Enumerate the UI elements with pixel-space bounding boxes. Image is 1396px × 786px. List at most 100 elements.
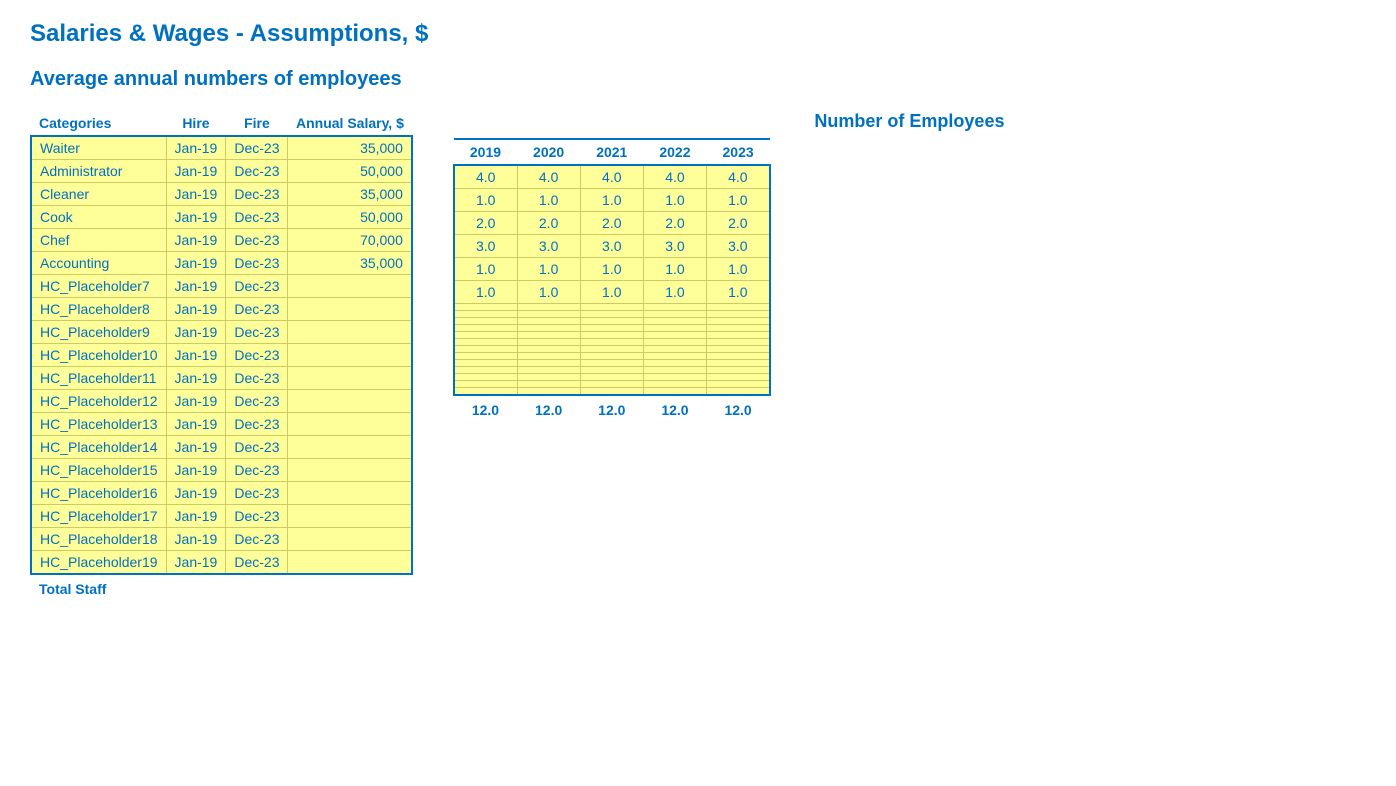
employee-count-cell[interactable]: 3.0 [707, 235, 770, 258]
category-cell[interactable]: HC_Placeholder14 [31, 436, 166, 459]
salary-cell[interactable] [288, 390, 412, 413]
employee-count-cell[interactable]: 2.0 [643, 212, 706, 235]
category-cell[interactable]: Cleaner [31, 183, 166, 206]
salary-cell[interactable]: 50,000 [288, 160, 412, 183]
empty-cell[interactable] [707, 353, 770, 360]
employee-count-cell[interactable]: 1.0 [580, 258, 643, 281]
empty-cell[interactable] [454, 318, 517, 325]
employee-count-cell[interactable]: 1.0 [454, 281, 517, 304]
salary-cell[interactable] [288, 321, 412, 344]
empty-cell[interactable] [707, 388, 770, 396]
empty-cell[interactable] [580, 346, 643, 353]
hire-cell[interactable]: Jan-19 [166, 482, 226, 505]
category-cell[interactable]: HC_Placeholder15 [31, 459, 166, 482]
category-cell[interactable]: HC_Placeholder7 [31, 275, 166, 298]
fire-cell[interactable]: Dec-23 [226, 252, 288, 275]
employee-count-cell[interactable]: 1.0 [707, 281, 770, 304]
employee-count-cell[interactable]: 1.0 [643, 258, 706, 281]
salary-cell[interactable] [288, 505, 412, 528]
hire-cell[interactable]: Jan-19 [166, 183, 226, 206]
empty-cell[interactable] [580, 311, 643, 318]
fire-cell[interactable]: Dec-23 [226, 183, 288, 206]
hire-cell[interactable]: Jan-19 [166, 413, 226, 436]
empty-cell[interactable] [454, 311, 517, 318]
category-cell[interactable]: Cook [31, 206, 166, 229]
fire-cell[interactable]: Dec-23 [226, 136, 288, 160]
empty-cell[interactable] [580, 332, 643, 339]
fire-cell[interactable]: Dec-23 [226, 436, 288, 459]
employee-count-cell[interactable]: 4.0 [643, 165, 706, 189]
empty-cell[interactable] [643, 374, 706, 381]
fire-cell[interactable]: Dec-23 [226, 413, 288, 436]
salary-cell[interactable] [288, 275, 412, 298]
category-cell[interactable]: HC_Placeholder13 [31, 413, 166, 436]
salary-cell[interactable] [288, 344, 412, 367]
empty-cell[interactable] [643, 388, 706, 396]
empty-cell[interactable] [643, 339, 706, 346]
empty-cell[interactable] [643, 346, 706, 353]
empty-cell[interactable] [517, 332, 580, 339]
empty-cell[interactable] [517, 346, 580, 353]
hire-cell[interactable]: Jan-19 [166, 390, 226, 413]
category-cell[interactable]: HC_Placeholder11 [31, 367, 166, 390]
category-cell[interactable]: HC_Placeholder10 [31, 344, 166, 367]
employee-count-cell[interactable]: 1.0 [517, 258, 580, 281]
fire-cell[interactable]: Dec-23 [226, 344, 288, 367]
salary-cell[interactable] [288, 459, 412, 482]
salary-cell[interactable]: 35,000 [288, 136, 412, 160]
empty-cell[interactable] [643, 304, 706, 311]
empty-cell[interactable] [580, 388, 643, 396]
empty-cell[interactable] [643, 353, 706, 360]
empty-cell[interactable] [707, 339, 770, 346]
category-cell[interactable]: HC_Placeholder9 [31, 321, 166, 344]
empty-cell[interactable] [580, 360, 643, 367]
employee-count-cell[interactable]: 1.0 [517, 189, 580, 212]
hire-cell[interactable]: Jan-19 [166, 229, 226, 252]
empty-cell[interactable] [454, 325, 517, 332]
empty-cell[interactable] [707, 360, 770, 367]
hire-cell[interactable]: Jan-19 [166, 321, 226, 344]
empty-cell[interactable] [580, 325, 643, 332]
empty-cell[interactable] [454, 388, 517, 396]
empty-cell[interactable] [517, 318, 580, 325]
empty-cell[interactable] [643, 325, 706, 332]
employee-count-cell[interactable]: 1.0 [643, 281, 706, 304]
hire-cell[interactable]: Jan-19 [166, 436, 226, 459]
hire-cell[interactable]: Jan-19 [166, 344, 226, 367]
salary-cell[interactable] [288, 482, 412, 505]
fire-cell[interactable]: Dec-23 [226, 229, 288, 252]
fire-cell[interactable]: Dec-23 [226, 505, 288, 528]
category-cell[interactable]: Administrator [31, 160, 166, 183]
empty-cell[interactable] [517, 325, 580, 332]
empty-cell[interactable] [517, 388, 580, 396]
empty-cell[interactable] [454, 381, 517, 388]
category-cell[interactable]: HC_Placeholder16 [31, 482, 166, 505]
hire-cell[interactable]: Jan-19 [166, 298, 226, 321]
empty-cell[interactable] [707, 381, 770, 388]
category-cell[interactable]: HC_Placeholder18 [31, 528, 166, 551]
empty-cell[interactable] [707, 374, 770, 381]
employee-count-cell[interactable]: 3.0 [580, 235, 643, 258]
fire-cell[interactable]: Dec-23 [226, 160, 288, 183]
employee-count-cell[interactable]: 1.0 [580, 281, 643, 304]
empty-cell[interactable] [580, 339, 643, 346]
employee-count-cell[interactable]: 2.0 [580, 212, 643, 235]
fire-cell[interactable]: Dec-23 [226, 275, 288, 298]
employee-count-cell[interactable]: 2.0 [517, 212, 580, 235]
empty-cell[interactable] [454, 374, 517, 381]
employee-count-cell[interactable]: 3.0 [643, 235, 706, 258]
fire-cell[interactable]: Dec-23 [226, 482, 288, 505]
empty-cell[interactable] [580, 374, 643, 381]
employee-count-cell[interactable]: 1.0 [580, 189, 643, 212]
salary-cell[interactable] [288, 413, 412, 436]
category-cell[interactable]: Chef [31, 229, 166, 252]
category-cell[interactable]: HC_Placeholder8 [31, 298, 166, 321]
empty-cell[interactable] [580, 367, 643, 374]
employee-count-cell[interactable]: 4.0 [517, 165, 580, 189]
empty-cell[interactable] [517, 304, 580, 311]
category-cell[interactable]: Accounting [31, 252, 166, 275]
hire-cell[interactable]: Jan-19 [166, 252, 226, 275]
empty-cell[interactable] [454, 353, 517, 360]
hire-cell[interactable]: Jan-19 [166, 160, 226, 183]
empty-cell[interactable] [707, 346, 770, 353]
